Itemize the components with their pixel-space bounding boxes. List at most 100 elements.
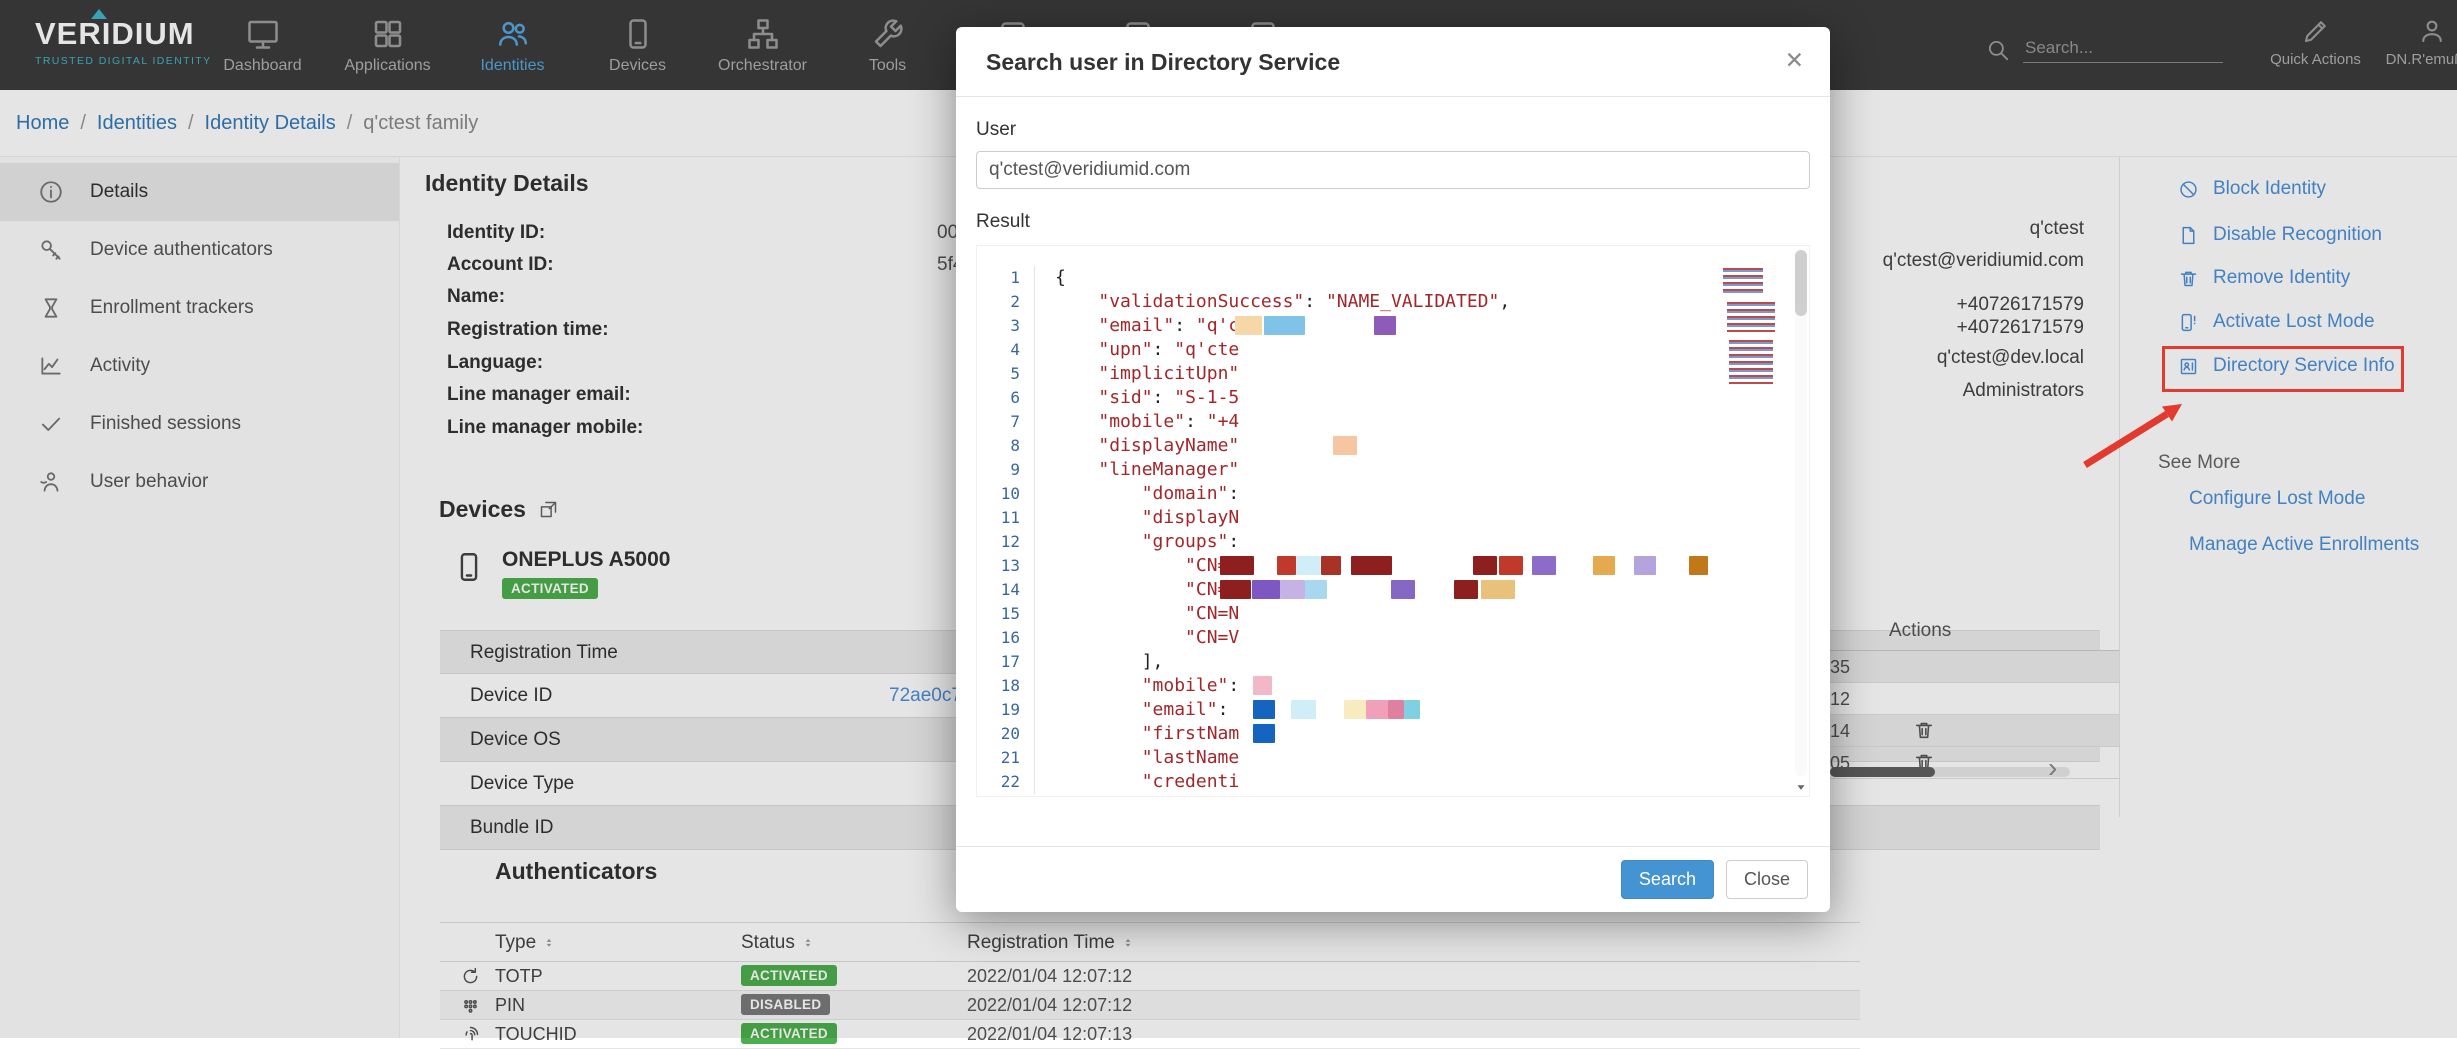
directory-service-modal: Search user in Directory Service ✕ User …	[956, 27, 1830, 912]
editor-scrollbar-thumb[interactable]	[1795, 250, 1807, 316]
code-lines: 1{2 "validationSuccess": "NAME_VALIDATED…	[977, 246, 1809, 794]
code-line: 19 "email":	[977, 698, 1809, 722]
editor-minimap	[1717, 268, 1783, 388]
line-number: 20	[977, 722, 1035, 746]
directory-user-input[interactable]	[976, 151, 1810, 189]
redaction-block	[1220, 556, 1254, 575]
redaction-block	[1277, 556, 1296, 575]
code-line: 3 "email": "q'c	[977, 314, 1809, 338]
line-number: 4	[977, 338, 1035, 362]
search-button[interactable]: Search	[1621, 860, 1714, 899]
line-number: 17	[977, 650, 1035, 674]
redaction-block	[1291, 700, 1316, 719]
code-line: 20 "firstNam	[977, 722, 1809, 746]
code-text: "mobile": "+4	[1035, 410, 1809, 434]
line-number: 19	[977, 698, 1035, 722]
code-text: "implicitUpn"	[1035, 362, 1809, 386]
code-text: "CN=V	[1035, 626, 1809, 650]
code-line: 4 "upn": "q'cte	[977, 338, 1809, 362]
redaction-block	[1481, 580, 1515, 599]
code-text: "CN=V	[1035, 554, 1809, 578]
code-line: 15 "CN=N	[977, 602, 1809, 626]
caret-down-icon[interactable]	[1794, 780, 1808, 794]
line-number: 10	[977, 482, 1035, 506]
code-line: 14 "CN=D	[977, 578, 1809, 602]
code-line: 2 "validationSuccess": "NAME_VALIDATED",	[977, 290, 1809, 314]
modal-header: Search user in Directory Service ✕	[956, 27, 1830, 97]
code-line: 11 "displayN	[977, 506, 1809, 530]
line-number: 9	[977, 458, 1035, 482]
modal-title: Search user in Directory Service	[986, 49, 1800, 76]
user-field-label: User	[976, 119, 1810, 141]
code-text: "email": "q'c	[1035, 314, 1809, 338]
code-line: 6 "sid": "S-1-5	[977, 386, 1809, 410]
code-text: "lineManager"	[1035, 458, 1809, 482]
redaction-block	[1374, 316, 1396, 335]
line-number: 6	[977, 386, 1035, 410]
redaction-block	[1634, 556, 1656, 575]
redaction-block	[1351, 556, 1392, 575]
code-text: "domain":	[1035, 482, 1809, 506]
code-line: 18 "mobile":	[977, 674, 1809, 698]
line-number: 3	[977, 314, 1035, 338]
line-number: 15	[977, 602, 1035, 626]
redaction-block	[1235, 316, 1262, 335]
code-text: ],	[1035, 650, 1809, 674]
code-text: "email":	[1035, 698, 1809, 722]
code-text: "displayN	[1035, 506, 1809, 530]
json-result-editor[interactable]: 1{2 "validationSuccess": "NAME_VALIDATED…	[976, 245, 1810, 797]
redaction-block	[1473, 556, 1497, 575]
redaction-block	[1593, 556, 1615, 575]
line-number: 12	[977, 530, 1035, 554]
line-number: 2	[977, 290, 1035, 314]
code-text: "CN=N	[1035, 602, 1809, 626]
modal-body: User Result 1{2 "validationSuccess": "NA…	[956, 119, 1830, 797]
line-number: 11	[977, 506, 1035, 530]
redaction-block	[1253, 676, 1272, 695]
redaction-block	[1689, 556, 1708, 575]
line-number: 7	[977, 410, 1035, 434]
redaction-block	[1220, 580, 1251, 599]
code-line: 17 ],	[977, 650, 1809, 674]
line-number: 13	[977, 554, 1035, 578]
redaction-block	[1391, 580, 1415, 599]
code-text: "validationSuccess": "NAME_VALIDATED",	[1035, 290, 1809, 314]
code-text: "displayName"	[1035, 434, 1809, 458]
code-text: "sid": "S-1-5	[1035, 386, 1809, 410]
code-line: 7 "mobile": "+4	[977, 410, 1809, 434]
redaction-block	[1388, 700, 1404, 719]
redaction-block	[1252, 580, 1280, 599]
close-icon[interactable]: ✕	[1785, 47, 1804, 74]
code-line: 8 "displayName"	[977, 434, 1809, 458]
redaction-block	[1305, 580, 1327, 599]
redaction-block	[1344, 700, 1366, 719]
redaction-block	[1280, 580, 1305, 599]
line-number: 8	[977, 434, 1035, 458]
redaction-block	[1253, 724, 1275, 743]
code-line: 13 "CN=V	[977, 554, 1809, 578]
code-text: "CN=D	[1035, 578, 1809, 602]
modal-footer: Search Close	[956, 846, 1830, 912]
line-number: 1	[977, 266, 1035, 290]
redaction-block	[1264, 316, 1305, 335]
redaction-block	[1333, 436, 1357, 455]
code-line: 10 "domain":	[977, 482, 1809, 506]
line-number: 21	[977, 746, 1035, 770]
line-number: 22	[977, 770, 1035, 794]
code-line: 5 "implicitUpn"	[977, 362, 1809, 386]
close-button[interactable]: Close	[1726, 860, 1808, 899]
redaction-block	[1296, 556, 1321, 575]
line-number: 5	[977, 362, 1035, 386]
line-number: 18	[977, 674, 1035, 698]
redaction-block	[1366, 700, 1388, 719]
code-line: 16 "CN=V	[977, 626, 1809, 650]
code-text: "groups":	[1035, 530, 1809, 554]
code-text: {	[1035, 266, 1809, 290]
code-text: "mobile":	[1035, 674, 1809, 698]
redaction-block	[1454, 580, 1478, 599]
code-line: 9 "lineManager"	[977, 458, 1809, 482]
editor-scrollbar[interactable]	[1795, 250, 1807, 776]
code-text: "lastName	[1035, 746, 1809, 770]
code-line: 22 "credenti	[977, 770, 1809, 794]
result-label: Result	[976, 211, 1810, 233]
